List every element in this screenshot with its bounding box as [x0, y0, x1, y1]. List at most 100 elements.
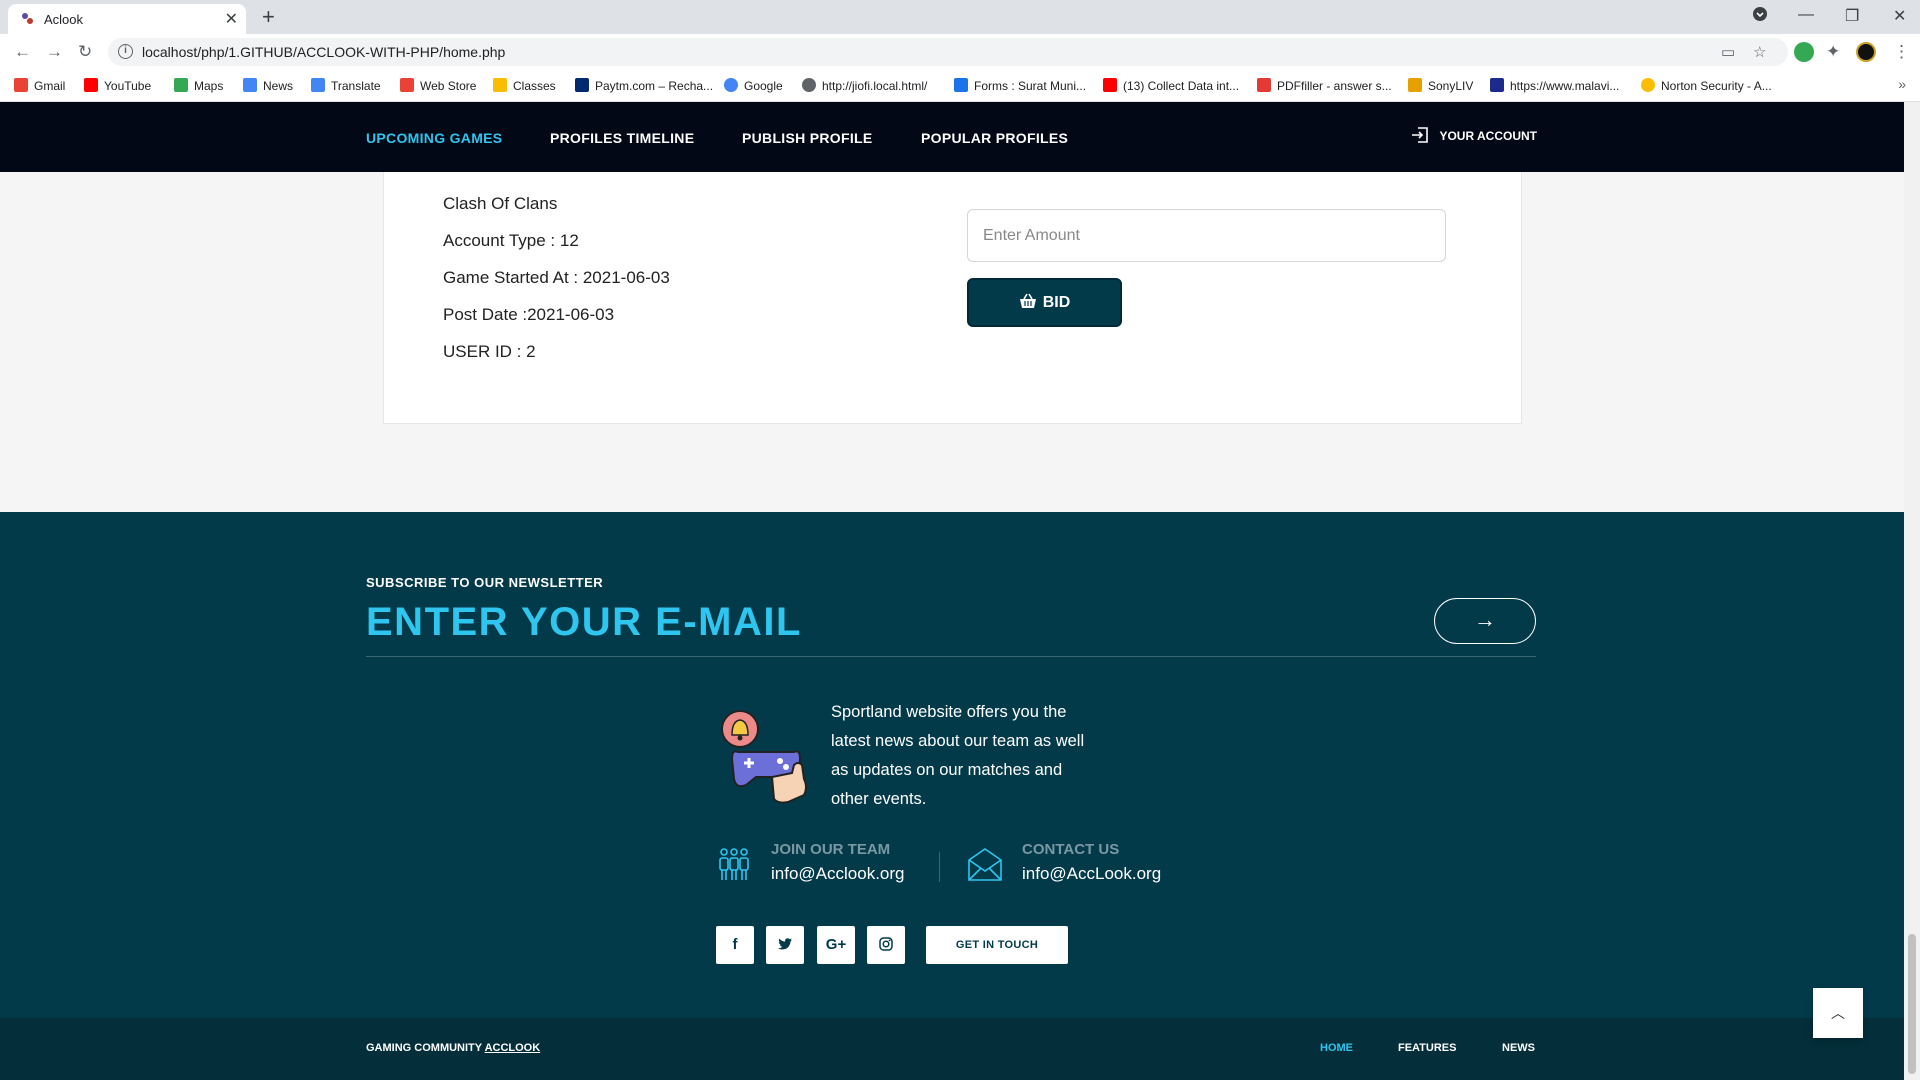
bookmark-item[interactable]: https://www.malavi... [1490, 78, 1619, 93]
instagram-icon[interactable] [867, 926, 905, 964]
bookmark-label: Translate [331, 79, 381, 93]
your-account-link[interactable]: YOUR ACCOUNT [1411, 126, 1537, 144]
bookmark-icon [954, 78, 968, 92]
bookmark-item[interactable]: Norton Security - A... [1641, 78, 1772, 93]
bookmark-item[interactable]: http://jiofi.local.html/ [802, 78, 927, 93]
back-icon[interactable]: ← [14, 42, 31, 62]
bookmark-label: https://www.malavi... [1510, 79, 1620, 93]
get-in-touch-button[interactable]: GET IN TOUCH [926, 926, 1068, 964]
email-underline [366, 656, 1536, 657]
bookmark-label: Paytm.com – Recha... [595, 79, 714, 93]
newsletter-label: SUBSCRIBE TO OUR NEWSLETTER [366, 575, 604, 590]
bookmark-label: Web Store [420, 79, 477, 93]
bookmark-icon [174, 78, 188, 92]
reader-mode-icon[interactable]: ▭ [1721, 43, 1735, 61]
bookmark-item[interactable]: (13) Collect Data int... [1103, 78, 1239, 93]
url-text: localhost/php/1.GITHUB/ACCLOOK-WITH-PHP/… [142, 44, 506, 60]
bookmark-item[interactable]: YouTube [84, 78, 151, 93]
site-header: UPCOMING GAMES PROFILES TIMELINE PUBLISH… [0, 102, 1904, 172]
contact-us-email[interactable]: info@AccLook.org [1022, 864, 1161, 884]
google-plus-icon[interactable]: G+ [817, 926, 855, 964]
minimize-icon[interactable]: — [1798, 6, 1814, 24]
bookmark-label: News [263, 79, 294, 93]
reload-icon[interactable]: ↻ [78, 42, 92, 62]
nav-upcoming-games[interactable]: UPCOMING GAMES [366, 130, 502, 146]
tab-search-icon[interactable] [1752, 6, 1768, 27]
tab-title: Aclook [44, 12, 84, 27]
scrollbar-thumb[interactable] [1908, 934, 1916, 1074]
team-icon [719, 848, 749, 880]
footer-link-news[interactable]: NEWS [1502, 1042, 1535, 1054]
site-footer: SUBSCRIBE TO OUR NEWSLETTER → Sportland … [0, 512, 1904, 1018]
footer-link-home[interactable]: HOME [1320, 1042, 1353, 1054]
bookmark-icon [575, 78, 589, 92]
bookmark-label: Forms : Surat Muni... [974, 79, 1087, 93]
gamepad-bell-mascot-icon [721, 710, 807, 804]
profile-avatar[interactable] [1856, 42, 1876, 62]
bookmark-item[interactable]: PDFfiller - answer s... [1257, 78, 1392, 93]
browser-tab-bar: Aclook ✕ + — ❐ ✕ [0, 0, 1920, 34]
bookmark-item[interactable]: Classes [493, 78, 556, 93]
new-tab-icon[interactable]: + [262, 4, 275, 30]
bookmark-item[interactable]: Web Store [400, 78, 476, 93]
address-bar[interactable]: i localhost/php/1.GITHUB/ACCLOOK-WITH-PH… [108, 38, 1788, 66]
contact-divider [939, 852, 940, 882]
bookmark-icon [84, 78, 98, 92]
newsletter-email-input[interactable] [366, 592, 1366, 652]
basket-icon [1019, 293, 1036, 308]
post-date: Post Date :2021-06-03 [443, 305, 615, 324]
site-info-icon[interactable]: i [118, 44, 133, 59]
bookmark-label: Google [744, 79, 783, 93]
bookmark-item[interactable]: Translate [311, 78, 381, 93]
twitter-icon[interactable] [766, 926, 804, 964]
page-scrollbar[interactable] [1904, 102, 1920, 1080]
close-window-icon[interactable]: ✕ [1893, 6, 1906, 26]
bookmark-item[interactable]: Forms : Surat Muni... [954, 78, 1086, 93]
bookmark-label: PDFfiller - answer s... [1277, 79, 1392, 93]
restore-icon[interactable]: ❐ [1845, 6, 1859, 26]
chrome-menu-icon[interactable]: ⋮ [1893, 42, 1910, 62]
bookmark-item[interactable]: News [243, 78, 293, 93]
close-tab-icon[interactable]: ✕ [225, 9, 238, 29]
bid-amount-input[interactable] [967, 209, 1446, 262]
bookmark-item[interactable]: SonyLIV [1408, 78, 1473, 93]
scroll-to-top-button[interactable]: ︿ [1813, 988, 1863, 1038]
bookmark-item[interactable]: Maps [174, 78, 223, 93]
bookmark-item[interactable]: Paytm.com – Recha... [575, 78, 713, 93]
footer-bottom-bar: GAMING COMMUNITY ACCLOOK HOME FEATURES N… [0, 1018, 1904, 1080]
extension-shield-icon[interactable] [1794, 42, 1814, 62]
bookmark-item[interactable]: Gmail [14, 78, 65, 93]
nav-publish-profile[interactable]: PUBLISH PROFILE [742, 130, 873, 146]
nav-popular-profiles[interactable]: POPULAR PROFILES [921, 130, 1068, 146]
about-text: Sportland website offers you the latest … [831, 703, 1085, 808]
brand-link[interactable]: ACCLOOK [485, 1042, 541, 1054]
bookmark-star-icon[interactable]: ☆ [1753, 43, 1766, 61]
extensions-puzzle-icon[interactable]: ✦ [1826, 42, 1840, 62]
bid-button[interactable]: BID [967, 278, 1122, 327]
bookmark-icon [802, 78, 816, 92]
bookmark-icon [1641, 78, 1655, 92]
bid-label: BID [1042, 294, 1071, 311]
bookmark-icon [1408, 78, 1422, 92]
bookmark-label: Maps [194, 79, 224, 93]
site-favicon-icon [22, 13, 33, 24]
facebook-icon[interactable]: f [716, 926, 754, 964]
join-team-email[interactable]: info@Acclook.org [771, 864, 905, 884]
browser-tab[interactable]: Aclook ✕ [8, 4, 246, 34]
copyright-text: GAMING COMMUNITY ACCLOOK [366, 1042, 540, 1054]
nav-profiles-timeline[interactable]: PROFILES TIMELINE [550, 130, 694, 146]
forward-icon[interactable]: → [46, 42, 63, 62]
bookmark-label: YouTube [104, 79, 152, 93]
bookmark-label: (13) Collect Data int... [1123, 79, 1240, 93]
subscribe-submit-button[interactable]: → [1434, 598, 1536, 644]
bookmark-item[interactable]: Google [724, 78, 783, 93]
copyright-prefix: GAMING COMMUNITY [366, 1042, 485, 1054]
user-id: USER ID : 2 [443, 342, 536, 361]
bookmark-label: Norton Security - A... [1661, 79, 1772, 93]
more-bookmarks-icon[interactable]: » [1898, 76, 1906, 92]
game-started-date: Game Started At : 2021-06-03 [443, 268, 670, 287]
bookmark-icon [1103, 78, 1117, 92]
bookmark-icon [493, 78, 507, 92]
game-name: Clash Of Clans [443, 194, 558, 213]
footer-link-features[interactable]: FEATURES [1398, 1042, 1456, 1054]
